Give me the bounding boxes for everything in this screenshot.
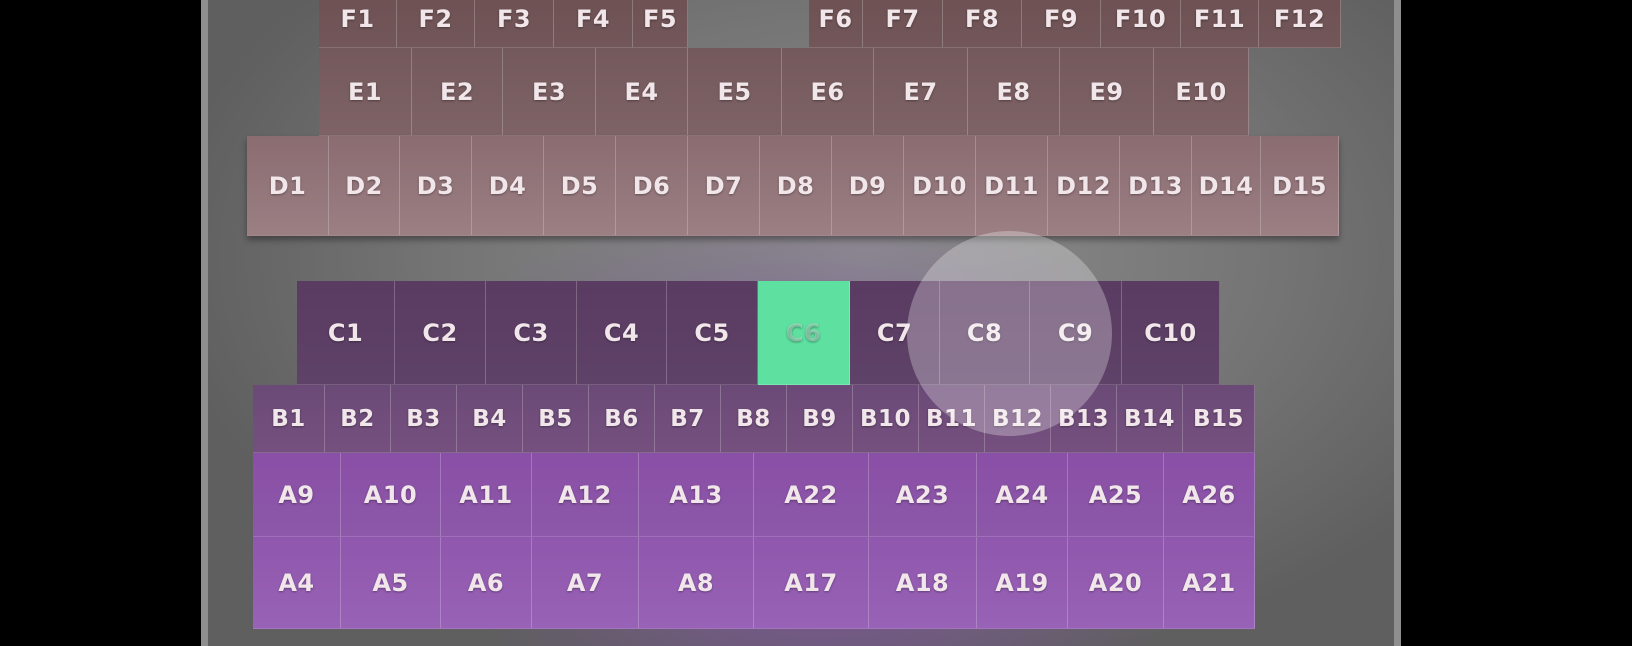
- seat-d14[interactable]: D14: [1192, 136, 1261, 236]
- seat-b14[interactable]: B14: [1117, 385, 1183, 453]
- seat-a21[interactable]: A21: [1164, 537, 1255, 629]
- seat-a26[interactable]: A26: [1164, 453, 1255, 537]
- seat-b15[interactable]: B15: [1183, 385, 1255, 453]
- seat-c6-selected[interactable]: C6: [758, 281, 850, 385]
- row-d: D1 D2 D3 D4 D5 D6 D7 D8 D9 D10 D11 D12 D…: [247, 136, 1339, 236]
- seat-b5[interactable]: B5: [523, 385, 589, 453]
- seat-b8[interactable]: B8: [721, 385, 787, 453]
- seat-f6[interactable]: F6: [809, 0, 863, 48]
- seat-f7[interactable]: F7: [863, 0, 943, 48]
- seat-d1[interactable]: D1: [247, 136, 329, 236]
- seat-d5[interactable]: D5: [544, 136, 616, 236]
- seat-b7[interactable]: B7: [655, 385, 721, 453]
- seat-a19[interactable]: A19: [977, 537, 1068, 629]
- seat-a17[interactable]: A17: [754, 537, 869, 629]
- seat-b13[interactable]: B13: [1051, 385, 1117, 453]
- seat-b10[interactable]: B10: [853, 385, 919, 453]
- seat-c5[interactable]: C5: [667, 281, 758, 385]
- row-f-aisle: [688, 0, 809, 48]
- row-c: C1 C2 C3 C4 C5 C6 C7 C8 C9 C10: [297, 281, 1220, 385]
- row-b: B1 B2 B3 B4 B5 B6 B7 B8 B9 B10 B11 B12 B…: [253, 385, 1255, 453]
- seat-b6[interactable]: B6: [589, 385, 655, 453]
- seat-c2[interactable]: C2: [395, 281, 486, 385]
- seat-a20[interactable]: A20: [1068, 537, 1164, 629]
- seat-f4[interactable]: F4: [554, 0, 633, 48]
- seat-c10[interactable]: C10: [1122, 281, 1220, 385]
- seat-a4[interactable]: A4: [253, 537, 341, 629]
- seat-a7[interactable]: A7: [532, 537, 639, 629]
- row-a-lower: A4 A5 A6 A7 A8 A17 A18 A19 A20 A21: [253, 537, 1255, 629]
- seat-b3[interactable]: B3: [391, 385, 457, 453]
- seat-d10[interactable]: D10: [904, 136, 976, 236]
- seat-f3[interactable]: F3: [475, 0, 554, 48]
- seat-d2[interactable]: D2: [329, 136, 400, 236]
- seat-e8[interactable]: E8: [968, 48, 1060, 136]
- seat-f11[interactable]: F11: [1181, 0, 1259, 48]
- seat-e5[interactable]: E5: [688, 48, 782, 136]
- seat-b11[interactable]: B11: [919, 385, 985, 453]
- seat-a8[interactable]: A8: [639, 537, 754, 629]
- seat-c4[interactable]: C4: [577, 281, 667, 385]
- seat-f12[interactable]: F12: [1259, 0, 1341, 48]
- seat-b9[interactable]: B9: [787, 385, 853, 453]
- seat-c3[interactable]: C3: [486, 281, 577, 385]
- seat-a23[interactable]: A23: [869, 453, 977, 537]
- seat-e3[interactable]: E3: [503, 48, 596, 136]
- seat-e4[interactable]: E4: [596, 48, 688, 136]
- seat-c9[interactable]: C9: [1030, 281, 1122, 385]
- seat-f8[interactable]: F8: [943, 0, 1022, 48]
- seat-d7[interactable]: D7: [688, 136, 760, 236]
- seat-a11[interactable]: A11: [441, 453, 532, 537]
- seat-a24[interactable]: A24: [977, 453, 1068, 537]
- seat-b4[interactable]: B4: [457, 385, 523, 453]
- seat-d9[interactable]: D9: [832, 136, 904, 236]
- seat-map: F1 F2 F3 F4 F5 F6 F7 F8 F9 F10 F11 F12 E…: [201, 0, 1401, 646]
- seat-a22[interactable]: A22: [754, 453, 869, 537]
- row-a-upper: A9 A10 A11 A12 A13 A22 A23 A24 A25 A26: [253, 453, 1255, 537]
- seat-a13[interactable]: A13: [639, 453, 754, 537]
- seat-d12[interactable]: D12: [1048, 136, 1120, 236]
- seat-a10[interactable]: A10: [341, 453, 441, 537]
- seat-f9[interactable]: F9: [1022, 0, 1101, 48]
- seat-d13[interactable]: D13: [1120, 136, 1192, 236]
- seat-e7[interactable]: E7: [874, 48, 968, 136]
- seat-d6[interactable]: D6: [616, 136, 688, 236]
- seat-c8[interactable]: C8: [940, 281, 1030, 385]
- seat-a25[interactable]: A25: [1068, 453, 1164, 537]
- seat-a12[interactable]: A12: [532, 453, 639, 537]
- seat-f2[interactable]: F2: [397, 0, 475, 48]
- seat-c1[interactable]: C1: [297, 281, 395, 385]
- seat-c7[interactable]: C7: [850, 281, 940, 385]
- seat-e6[interactable]: E6: [782, 48, 874, 136]
- seat-e2[interactable]: E2: [412, 48, 503, 136]
- seat-f5[interactable]: F5: [633, 0, 688, 48]
- seat-d11[interactable]: D11: [976, 136, 1048, 236]
- seat-d15[interactable]: D15: [1261, 136, 1339, 236]
- seat-b1[interactable]: B1: [253, 385, 325, 453]
- seat-f1[interactable]: F1: [319, 0, 397, 48]
- seat-a9[interactable]: A9: [253, 453, 341, 537]
- row-f: F1 F2 F3 F4 F5 F6 F7 F8 F9 F10 F11 F12: [319, 0, 1341, 48]
- seat-f10[interactable]: F10: [1101, 0, 1181, 48]
- seat-a18[interactable]: A18: [869, 537, 977, 629]
- seat-a6[interactable]: A6: [441, 537, 532, 629]
- row-e: E1 E2 E3 E4 E5 E6 E7 E8 E9 E10: [319, 48, 1249, 136]
- seat-a5[interactable]: A5: [341, 537, 441, 629]
- seat-d8[interactable]: D8: [760, 136, 832, 236]
- seat-b2[interactable]: B2: [325, 385, 391, 453]
- seat-e1[interactable]: E1: [319, 48, 412, 136]
- seat-d4[interactable]: D4: [472, 136, 544, 236]
- seat-e10[interactable]: E10: [1154, 48, 1249, 136]
- seat-b12[interactable]: B12: [985, 385, 1051, 453]
- seat-e9[interactable]: E9: [1060, 48, 1154, 136]
- seat-d3[interactable]: D3: [400, 136, 472, 236]
